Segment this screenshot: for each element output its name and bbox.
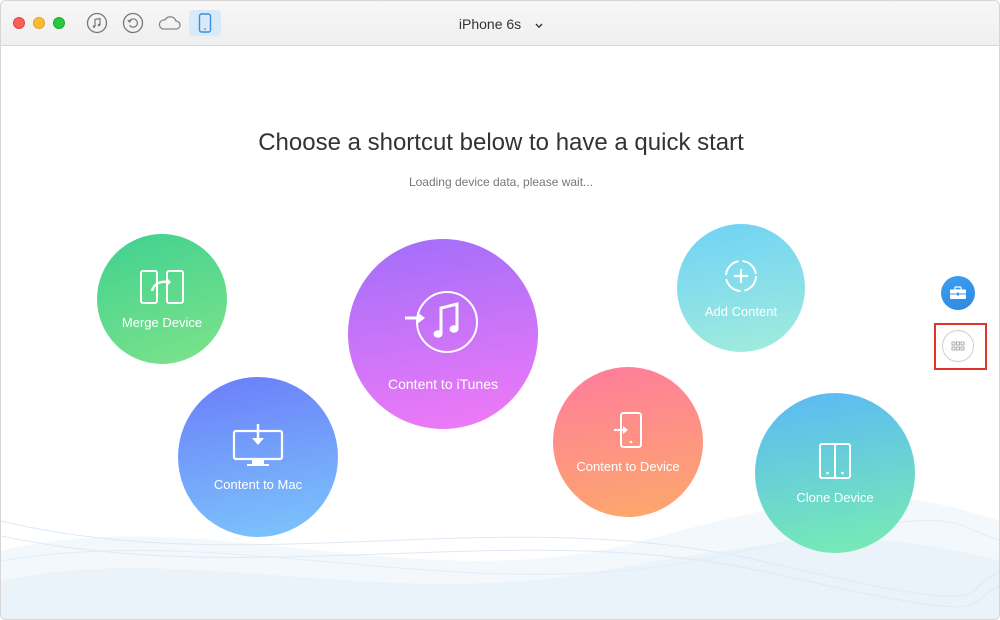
add-content-icon	[725, 259, 757, 292]
clone-device-label: Clone Device	[796, 489, 874, 505]
content-to-mac-button[interactable]: Content to Mac	[178, 377, 338, 537]
highlight-box	[934, 323, 987, 370]
toolbox-icon	[950, 286, 966, 299]
chevron-down-icon	[535, 16, 543, 32]
add-content-button[interactable]: Add Content	[677, 224, 805, 352]
content-to-device-button[interactable]: Content to Device	[553, 367, 703, 517]
toolbox-button[interactable]	[941, 276, 975, 310]
device-selector[interactable]: iPhone 6s	[1, 15, 999, 33]
clone-device-button[interactable]: Clone Device	[755, 393, 915, 553]
main-content: Choose a shortcut below to have a quick …	[1, 47, 999, 619]
content-to-itunes-label: Content to iTunes	[388, 376, 498, 392]
app-window: iPhone 6s Choose a shortcut below to hav…	[0, 0, 1000, 620]
itunes-transfer-icon	[405, 291, 478, 353]
download-to-mac-icon	[232, 423, 284, 466]
merge-device-button[interactable]: Merge Device	[97, 234, 227, 364]
device-name: iPhone 6s	[458, 16, 522, 33]
add-content-label: Add Content	[704, 303, 778, 319]
title-bar: iPhone 6s	[1, 1, 999, 46]
clone-device-icon	[819, 442, 851, 479]
page-title: Choose a shortcut below to have a quick …	[258, 129, 744, 156]
merge-device-icon	[140, 269, 184, 304]
merge-device-label: Merge Device	[121, 314, 203, 330]
content-to-device-label: Content to Device	[576, 458, 680, 474]
loading-status: Loading device data, please wait...	[408, 175, 594, 189]
transfer-to-device-icon	[614, 411, 642, 448]
content-to-mac-label: Content to Mac	[213, 476, 303, 492]
content-to-itunes-button[interactable]: Content to iTunes	[348, 239, 538, 429]
